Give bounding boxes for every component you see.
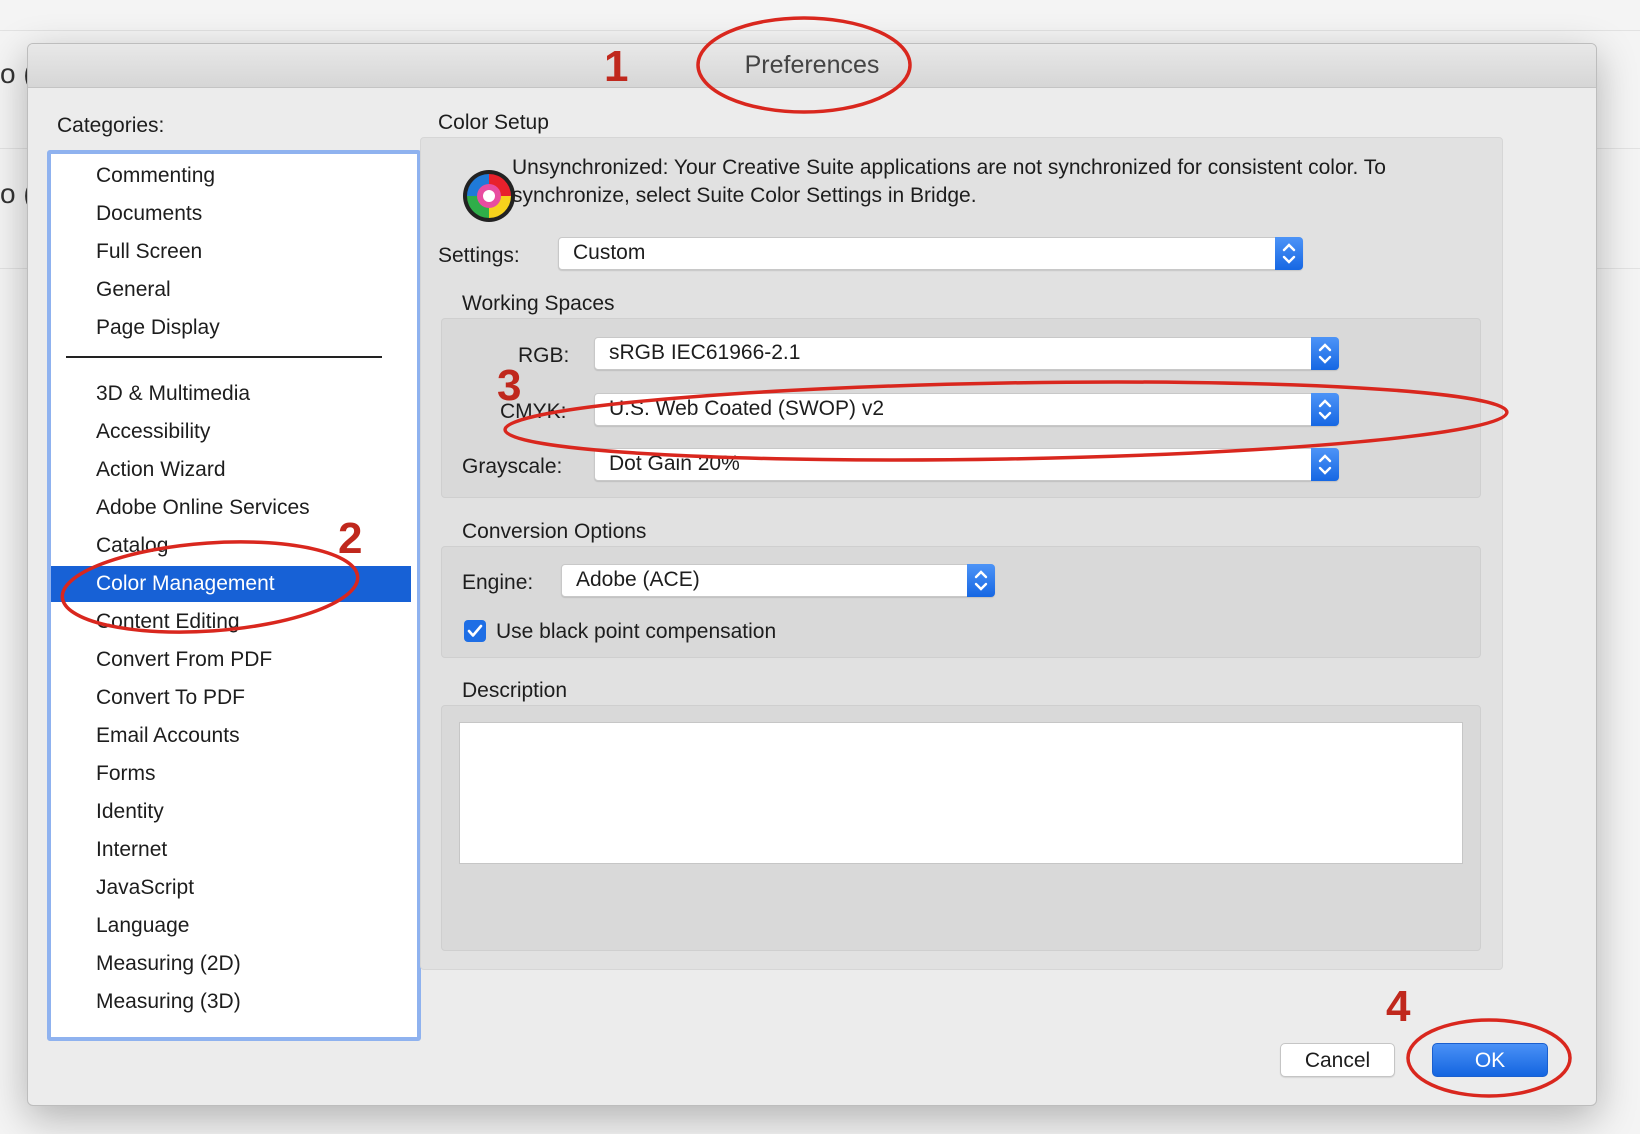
settings-label: Settings: bbox=[438, 244, 520, 267]
settings-select[interactable]: Custom bbox=[558, 237, 1303, 270]
background-divider bbox=[0, 30, 1640, 31]
category-item[interactable]: Forms bbox=[51, 756, 411, 792]
category-item[interactable]: Color Management bbox=[51, 566, 411, 602]
working-spaces-heading: Working Spaces bbox=[462, 292, 615, 315]
cancel-button[interactable]: Cancel bbox=[1280, 1043, 1395, 1077]
category-item[interactable]: Email Accounts bbox=[51, 718, 411, 754]
category-item[interactable]: Identity bbox=[51, 794, 411, 830]
checkmark-icon bbox=[467, 624, 483, 637]
rgb-select[interactable]: sRGB IEC61966-2.1 bbox=[594, 337, 1339, 370]
category-item[interactable]: Action Wizard bbox=[51, 452, 411, 488]
black-point-label[interactable]: Use black point compensation bbox=[496, 620, 776, 644]
preferences-dialog: Preferences Categories: Commenting Docume… bbox=[27, 43, 1597, 1106]
annotation-number-4: 4 bbox=[1386, 982, 1411, 1031]
conversion-options-heading: Conversion Options bbox=[462, 520, 647, 543]
annotation-number-1: 1 bbox=[604, 42, 629, 91]
category-item[interactable]: JavaScript bbox=[51, 870, 411, 906]
select-arrows-icon bbox=[1275, 237, 1303, 270]
category-item[interactable]: Measuring (3D) bbox=[51, 984, 411, 1020]
select-arrows-icon bbox=[1311, 448, 1339, 481]
rgb-select-value: sRGB IEC61966-2.1 bbox=[609, 341, 801, 364]
category-item[interactable]: 3D & Multimedia bbox=[51, 376, 411, 412]
categories-list[interactable]: Commenting Documents Full Screen General Pag… bbox=[47, 150, 421, 1041]
category-item[interactable]: Page Display bbox=[51, 310, 411, 346]
annotation-number-3: 3 bbox=[497, 361, 522, 410]
category-item[interactable]: Measuring (2D) bbox=[51, 946, 411, 982]
category-item[interactable]: Language bbox=[51, 908, 411, 944]
category-item[interactable]: Documents bbox=[51, 196, 411, 232]
category-item[interactable]: Convert From PDF bbox=[51, 642, 411, 678]
sync-message: Unsynchronized: Your Creative Suite appl… bbox=[512, 156, 1386, 207]
annotation-number-2: 2 bbox=[338, 514, 363, 563]
dialog-titlebar[interactable]: Preferences bbox=[28, 44, 1596, 88]
category-item[interactable]: Convert To PDF bbox=[51, 680, 411, 716]
engine-select-value: Adobe (ACE) bbox=[576, 568, 700, 591]
cmyk-select[interactable]: U.S. Web Coated (SWOP) v2 bbox=[594, 393, 1339, 426]
grayscale-label: Grayscale: bbox=[462, 455, 563, 478]
category-item[interactable]: Content Editing bbox=[51, 604, 411, 640]
select-arrows-icon bbox=[1311, 393, 1339, 426]
category-item[interactable]: Commenting bbox=[51, 158, 411, 194]
grayscale-select-value: Dot Gain 20% bbox=[609, 452, 740, 475]
rgb-label: RGB: bbox=[518, 344, 570, 367]
dialog-title: Preferences bbox=[744, 51, 880, 79]
categories-separator bbox=[66, 356, 382, 358]
select-arrows-icon bbox=[967, 564, 995, 597]
engine-label: Engine: bbox=[462, 571, 534, 594]
category-item[interactable]: Full Screen bbox=[51, 234, 411, 270]
engine-select[interactable]: Adobe (ACE) bbox=[561, 564, 995, 597]
category-item[interactable]: General bbox=[51, 272, 411, 308]
description-box bbox=[459, 722, 1463, 864]
categories-label: Categories: bbox=[57, 114, 165, 137]
color-setup-heading: Color Setup bbox=[438, 111, 549, 134]
settings-select-value: Custom bbox=[573, 241, 646, 264]
select-arrows-icon bbox=[1311, 337, 1339, 370]
category-item[interactable]: Accessibility bbox=[51, 414, 411, 450]
category-item[interactable]: Internet bbox=[51, 832, 411, 868]
cmyk-select-value: U.S. Web Coated (SWOP) v2 bbox=[609, 397, 885, 420]
ok-button[interactable]: OK bbox=[1432, 1043, 1548, 1077]
color-wheel-icon bbox=[463, 170, 515, 222]
black-point-checkbox[interactable] bbox=[464, 620, 486, 642]
description-heading: Description bbox=[462, 679, 568, 702]
grayscale-select[interactable]: Dot Gain 20% bbox=[594, 448, 1339, 481]
